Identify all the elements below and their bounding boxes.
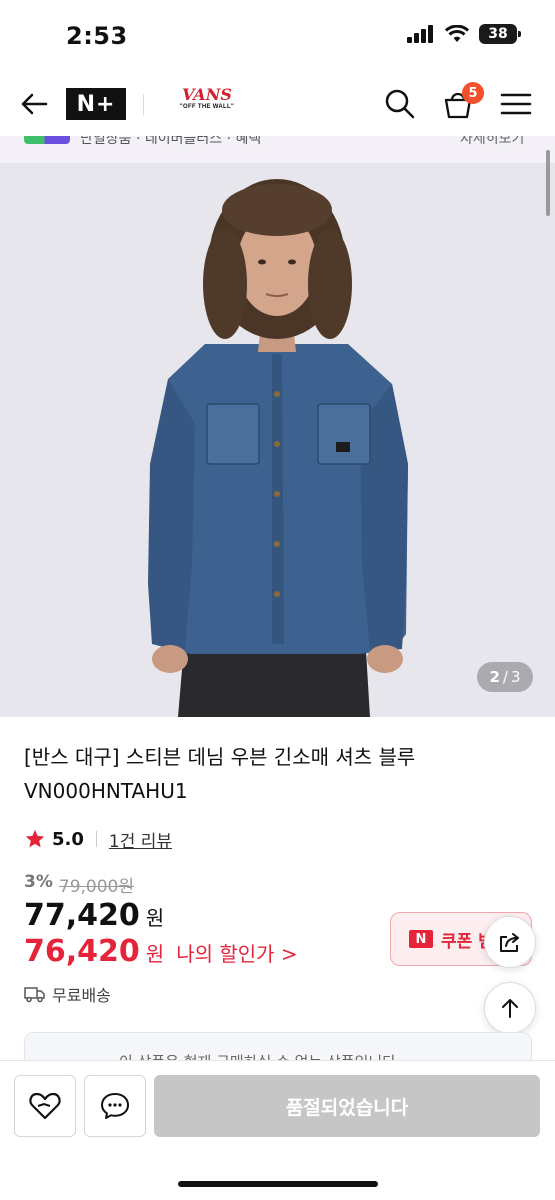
search-icon xyxy=(385,89,415,119)
my-discount-price: 76,420 xyxy=(24,934,140,969)
my-discount-price-unit: 원 xyxy=(145,942,165,966)
product-photo xyxy=(0,164,555,717)
gallery-total-pages: 3 xyxy=(510,668,521,686)
discount-rate: 3% xyxy=(24,872,53,892)
header-divider xyxy=(143,94,144,116)
brand-logo-tagline: "OFF THE WALL" xyxy=(179,104,235,110)
hamburger-menu-icon xyxy=(500,93,532,115)
my-price-row[interactable]: 76,420 원 나의 할인가 > xyxy=(24,934,298,969)
promo-text: 단일상품 · 네이버플러스 · 혜택 xyxy=(80,136,262,147)
discount-row: 3% 79,000원 xyxy=(24,872,134,897)
share-button[interactable] xyxy=(484,916,536,968)
cart-count-badge: 5 xyxy=(462,82,484,104)
star-icon xyxy=(25,829,45,848)
promo-strip[interactable]: 단일상품 · 네이버플러스 · 혜택 자세히보기 xyxy=(0,136,555,164)
review-count-link[interactable]: 1건 리뷰 xyxy=(109,827,172,852)
naver-n-icon: N xyxy=(409,930,433,948)
wishlist-button[interactable] xyxy=(14,1075,76,1137)
gallery-current-page: 2 xyxy=(489,668,500,686)
status-time: 2:53 xyxy=(66,22,128,50)
original-price: 79,000원 xyxy=(58,877,134,897)
gallery-page-indicator: 2 / 3 xyxy=(477,662,533,692)
rating-score: 5.0 xyxy=(52,828,84,850)
sale-price: 77,420 xyxy=(24,898,140,933)
arrow-left-icon xyxy=(21,93,48,115)
my-discount-price-link[interactable]: 나의 할인가 > xyxy=(176,938,297,967)
sale-price-row: 77,420 원 xyxy=(24,898,164,933)
product-image-gallery[interactable] xyxy=(0,164,555,717)
brand-logo[interactable]: VANS "OFF THE WALL" xyxy=(168,86,246,122)
arrow-up-icon xyxy=(502,999,518,1018)
sale-price-unit: 원 xyxy=(145,906,165,930)
search-button[interactable] xyxy=(382,86,418,122)
heart-icon xyxy=(29,1092,61,1120)
shipping-info: 무료배송 xyxy=(24,982,111,1006)
chat-bubble-icon xyxy=(101,1093,129,1119)
gallery-page-separator: / xyxy=(502,668,508,686)
product-title: [반스 대구] 스티븐 데님 우븐 긴소매 셔츠 블루 VN000HNTAHU1 xyxy=(24,745,416,803)
menu-button[interactable] xyxy=(498,86,534,122)
home-indicator[interactable] xyxy=(178,1181,378,1187)
scrollbar[interactable] xyxy=(546,150,550,216)
shipping-label: 무료배송 xyxy=(52,986,111,1005)
promo-chip xyxy=(24,136,70,144)
status-icons: 38 xyxy=(407,24,521,44)
delivery-truck-icon xyxy=(24,987,45,1003)
bottom-action-bar: 품절되었습니다 xyxy=(0,1060,555,1200)
sold-out-button[interactable]: 품절되었습니다 xyxy=(154,1075,540,1137)
brand-logo-word: VANS xyxy=(182,85,232,104)
talk-talk-button[interactable] xyxy=(84,1075,146,1137)
promo-more-link[interactable]: 자세히보기 xyxy=(460,136,524,148)
scroll-to-top-button[interactable] xyxy=(484,982,536,1034)
wifi-icon xyxy=(445,25,469,42)
naver-plus-logo[interactable]: N+ xyxy=(66,88,126,120)
status-bar: 2:53 38 xyxy=(0,0,555,72)
rating-divider xyxy=(95,831,97,847)
battery-indicator: 38 xyxy=(479,24,521,44)
rating-row: 5.0 1건 리뷰 xyxy=(24,826,172,852)
share-icon xyxy=(500,933,519,952)
cellular-signal-icon xyxy=(407,25,433,43)
back-button[interactable] xyxy=(16,86,52,122)
